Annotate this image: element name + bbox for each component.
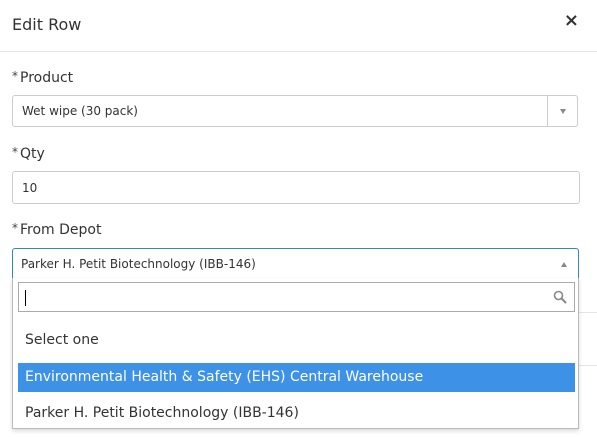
chevron-up-icon <box>561 262 567 267</box>
modal-title: Edit Row <box>12 15 82 34</box>
edit-row-modal: Edit Row × * Product Wet wipe (30 pack) *… <box>0 0 597 437</box>
product-select-value: Wet wipe (30 pack) <box>22 104 138 118</box>
chevron-down-icon <box>560 109 566 114</box>
from-depot-dropdown: Select one Environmental Health & Safety… <box>12 278 579 429</box>
search-icon <box>553 290 567 304</box>
from-depot-label-text: From Depot <box>20 222 102 238</box>
required-marker: * <box>12 69 18 83</box>
dropdown-option-ehs-central-warehouse[interactable]: Environmental Health & Safety (EHS) Cent… <box>18 363 575 392</box>
required-marker: * <box>12 145 18 159</box>
from-depot-select[interactable]: Parker H. Petit Biotechnology (IBB-146) <box>12 248 579 279</box>
close-icon[interactable]: × <box>564 12 579 30</box>
product-dropdown-toggle[interactable] <box>547 96 577 126</box>
text-cursor <box>25 290 26 306</box>
product-label: * Product <box>12 69 74 86</box>
from-depot-select-value: Parker H. Petit Biotechnology (IBB-146) <box>21 257 256 271</box>
modal-header: Edit Row × <box>0 0 597 52</box>
dropdown-option-select-one[interactable]: Select one <box>18 326 575 355</box>
qty-label-text: Qty <box>20 146 45 162</box>
qty-label: * Qty <box>12 145 45 162</box>
product-label-text: Product <box>20 70 74 86</box>
background-footer-edge <box>579 312 597 366</box>
from-depot-label: * From Depot <box>12 221 102 238</box>
dropdown-option-parker-petit-biotechnology[interactable]: Parker H. Petit Biotechnology (IBB-146) <box>18 399 575 428</box>
required-marker: * <box>12 221 18 235</box>
product-select[interactable]: Wet wipe (30 pack) <box>12 95 578 127</box>
dropdown-search-input[interactable] <box>18 282 575 312</box>
qty-input[interactable] <box>12 171 580 204</box>
